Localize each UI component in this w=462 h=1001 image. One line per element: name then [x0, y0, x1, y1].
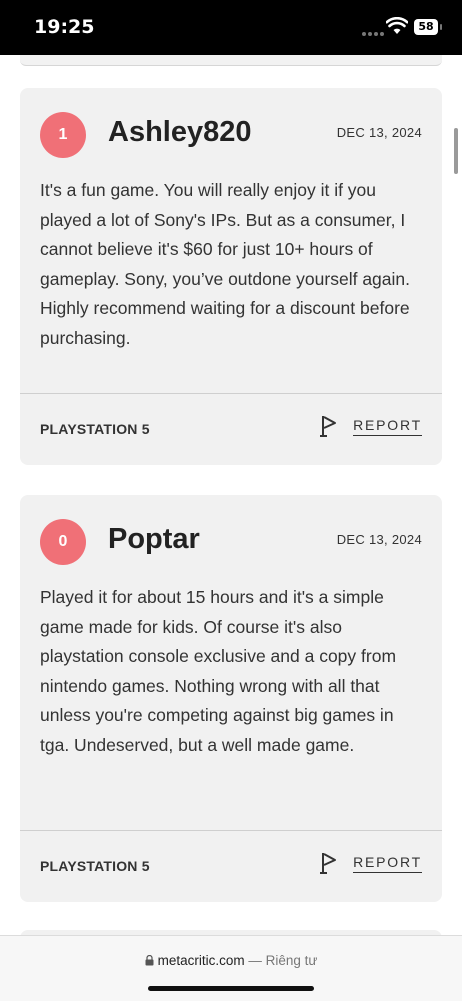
browser-address-bar[interactable]: metacritic.com — Riêng tư — [0, 935, 462, 1001]
score-badge: 1 — [40, 112, 86, 158]
url-text: metacritic.com — [157, 953, 245, 968]
review-date: DEC 13, 2024 — [336, 532, 422, 547]
platform-label: PLAYSTATION 5 — [40, 858, 150, 874]
status-time: 19:25 — [34, 16, 95, 38]
platform-label: PLAYSTATION 5 — [40, 421, 150, 437]
report-button[interactable]: REPORT — [319, 414, 422, 438]
report-label: REPORT — [353, 854, 422, 873]
report-button[interactable]: REPORT — [319, 851, 422, 875]
review-username[interactable]: Poptar — [108, 523, 200, 556]
lock-icon — [145, 955, 154, 966]
score-badge: 0 — [40, 519, 86, 565]
signal-icon — [362, 23, 386, 41]
wifi-icon — [386, 17, 408, 34]
flag-icon — [320, 853, 337, 874]
url-row[interactable]: metacritic.com — Riêng tư — [0, 953, 462, 968]
url-separator: — — [244, 953, 266, 968]
review-card: 0 Poptar DEC 13, 2024 Played it for abou… — [20, 495, 442, 902]
review-date: DEC 13, 2024 — [336, 125, 422, 140]
privacy-label: Riêng tư — [265, 953, 318, 968]
divider — [20, 393, 442, 394]
report-label: REPORT — [353, 417, 422, 436]
home-indicator[interactable] — [148, 986, 314, 991]
previous-review-card — [20, 55, 442, 66]
flag-icon — [320, 416, 337, 437]
review-text: Played it for about 15 hours and it's a … — [40, 587, 397, 755]
scrollbar[interactable] — [454, 128, 458, 174]
divider — [20, 830, 442, 831]
review-username[interactable]: Ashley820 — [108, 116, 252, 149]
review-card: 1 Ashley820 DEC 13, 2024 It's a fun game… — [20, 88, 442, 465]
battery-icon: 58 — [414, 19, 442, 35]
review-text: It's a fun game. You will really enjoy i… — [40, 180, 411, 348]
status-bar: 19:25 58 — [0, 0, 462, 55]
